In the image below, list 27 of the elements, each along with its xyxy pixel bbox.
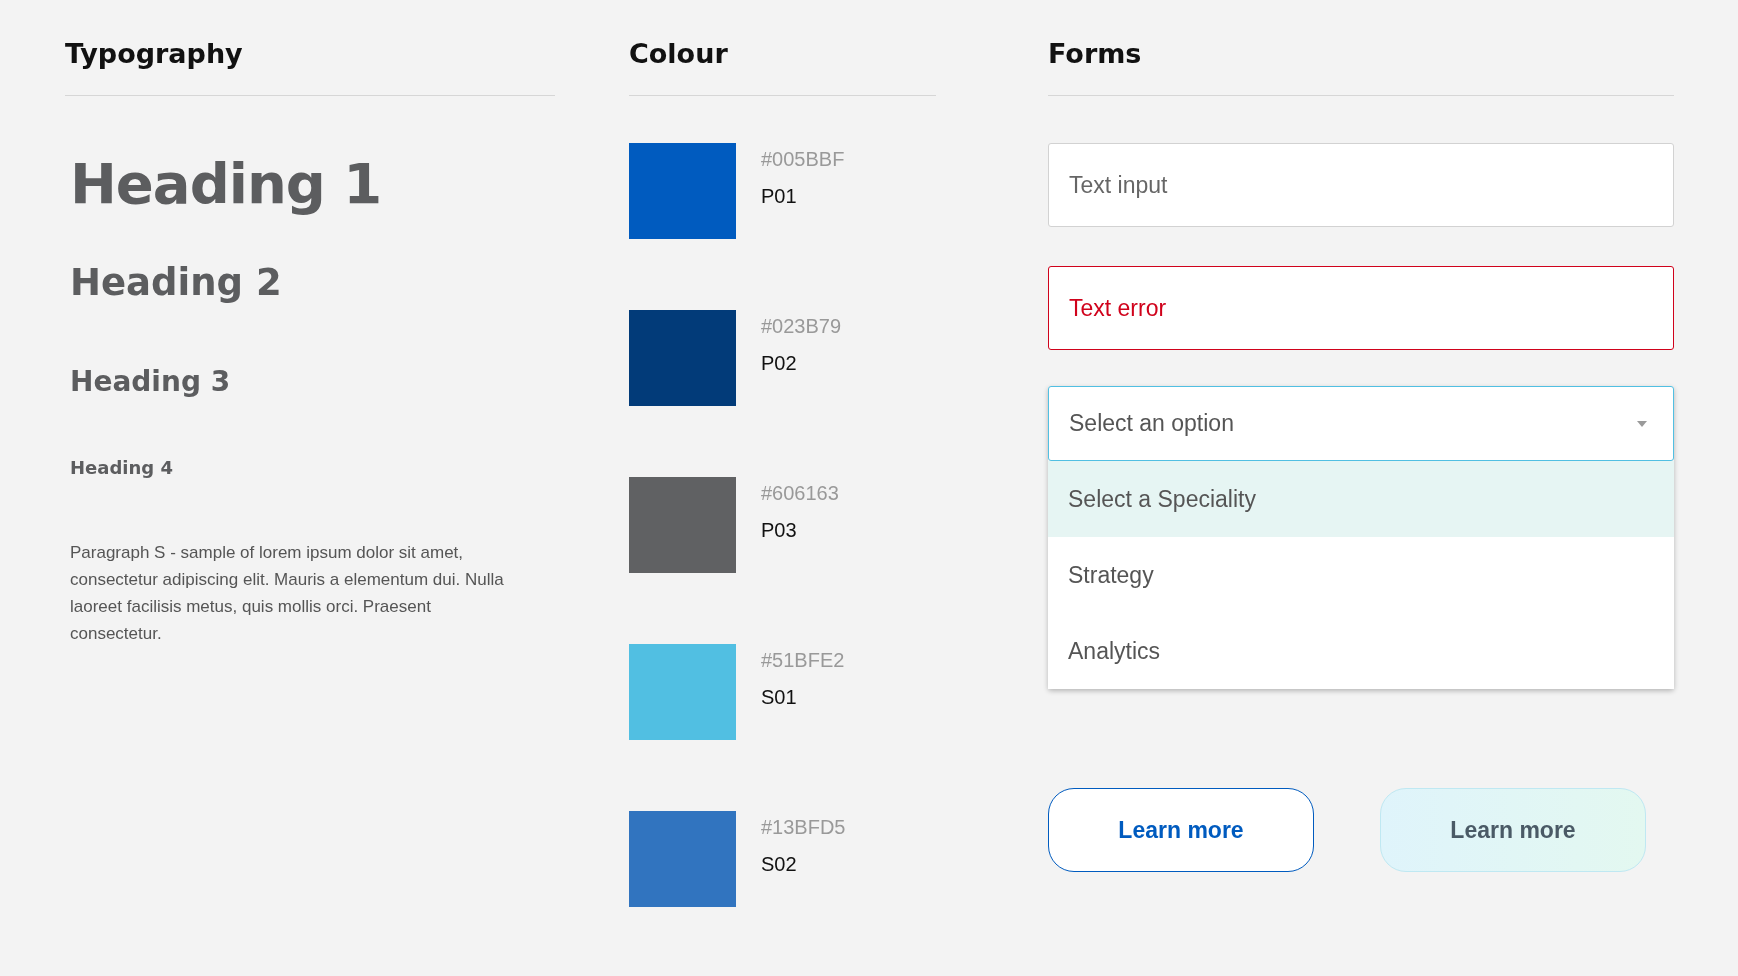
heading-sample: Heading 3	[70, 365, 232, 400]
hex-code: #51BFE2	[761, 648, 845, 673]
dropdown-option[interactable]: Strategy	[1048, 537, 1674, 613]
heading-sample: Heading 2	[70, 261, 283, 306]
colour-code: P03	[761, 518, 798, 543]
hex-code: #606163	[761, 481, 839, 506]
colour-code: S01	[761, 685, 798, 710]
dropdown-option[interactable]: Select a Speciality	[1048, 461, 1674, 537]
text-input[interactable]: Text input	[1048, 143, 1674, 227]
section-title: Forms	[1048, 37, 1143, 71]
error-input[interactable]: Text error	[1048, 266, 1674, 350]
paragraph-sample: Paragraph S - sample of lorem ipsum dolor sit amet, consectetur adipiscing elit. Mauris a elementum dui. Nulla laoreet facilisis metus, quis mollis orci. Praesent consectetur.	[70, 542, 505, 645]
colour-code: S02	[761, 852, 798, 877]
section-title: Colour	[629, 37, 729, 71]
dropdown-option[interactable]: Analytics	[1048, 613, 1674, 689]
colour-code: P02	[761, 351, 798, 376]
caret-icon	[1637, 420, 1647, 427]
select-dropdown[interactable]: Select an option	[1048, 386, 1674, 461]
hex-code: #005BBF	[761, 147, 845, 172]
hex-code: #023B79	[761, 314, 842, 339]
heading-sample: Heading 1	[70, 151, 383, 218]
learn-more-button[interactable]: Learn more	[1380, 788, 1646, 872]
section-title: Typography	[65, 37, 244, 71]
hex-code: #13BFD5	[761, 815, 846, 840]
learn-more-button[interactable]: Learn more	[1048, 788, 1314, 872]
heading-sample: Heading 4	[70, 457, 174, 480]
colour-code: P01	[761, 184, 798, 209]
